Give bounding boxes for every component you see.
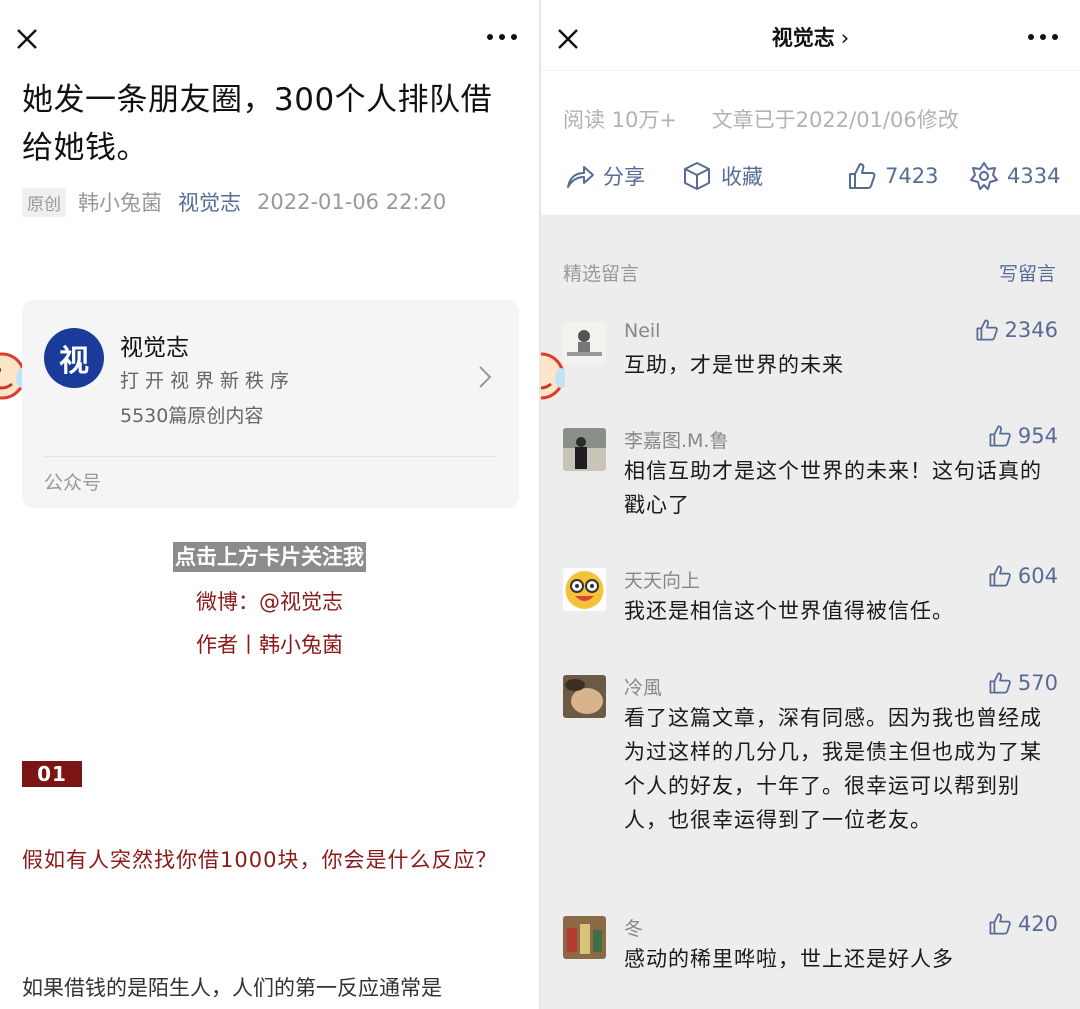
article-meta: 原创 韩小兔菌 视觉志 2022-01-06 22:20: [22, 186, 446, 218]
stats-header: 视觉志 › 阅读 10万+ 文章已于2022/01/06修改 分享 收藏 742…: [541, 0, 1080, 215]
comment-text: 互助，才是世界的未来: [624, 353, 844, 377]
comment-like-count: 570: [1017, 671, 1058, 695]
like-count: 7423: [885, 164, 939, 188]
favorite-button[interactable]: 收藏: [681, 158, 763, 194]
commenter-name[interactable]: 天天向上: [624, 566, 700, 593]
account-card[interactable]: 视 视觉志 打开视界新秩序 5530篇原创内容 公众号: [22, 300, 519, 508]
wow-button[interactable]: 4334: [969, 158, 1060, 194]
account-name: 视觉志: [120, 335, 189, 361]
author-name: 韩小兔菌: [78, 191, 162, 215]
read-count: 阅读 10万+: [563, 108, 677, 132]
favorite-icon: [684, 162, 710, 190]
comment-like-button[interactable]: 2346: [975, 318, 1058, 342]
original-tag: 原创: [22, 187, 66, 217]
chevron-right-icon: [479, 366, 492, 388]
selected-comments-heading: 精选留言: [563, 263, 640, 285]
modified-note: 文章已于2022/01/06修改: [711, 108, 959, 132]
article-stats: 阅读 10万+ 文章已于2022/01/06修改: [563, 104, 959, 134]
share-icon: [567, 166, 594, 188]
comment-text: 看了这篇文章，深有同感。因为我也曾经成为过这样的几分几，我是债主但也成为了某个人…: [624, 706, 1042, 832]
account-title[interactable]: 视觉志 ›: [541, 22, 1080, 52]
commenter-name[interactable]: 李嘉图.M.鲁: [624, 426, 728, 453]
commenter-name[interactable]: 冷風: [624, 673, 662, 700]
question-paragraph: 假如有人突然找你借1000块，你会是什么反应？: [22, 848, 498, 872]
article-topbar: [0, 0, 539, 72]
wow-icon: [970, 162, 998, 190]
follow-hint-text: 点击上方卡片关注我: [173, 542, 366, 572]
commenter-name[interactable]: Neil: [624, 320, 660, 342]
comment-like-button[interactable]: 570: [988, 671, 1058, 695]
cartoon-sticker-icon: [541, 352, 565, 400]
avatar[interactable]: [563, 916, 606, 959]
account-avatar: 视: [44, 328, 104, 388]
thumb-up-icon: [989, 913, 1011, 935]
more-icon[interactable]: [1026, 30, 1060, 44]
account-article-count: 5530篇原创内容: [120, 405, 264, 427]
weibo-line: 微博：@视觉志: [196, 590, 343, 614]
card-divider: [44, 456, 497, 457]
comment-text: 相信互助才是这个世界的未来！这句话真的戳心了: [624, 459, 1042, 517]
like-button[interactable]: 7423: [847, 158, 938, 194]
thumb-up-icon: [989, 672, 1011, 694]
thumb-up-icon: [989, 565, 1011, 587]
avatar[interactable]: [563, 675, 606, 718]
comments-panel: 视觉志 › 阅读 10万+ 文章已于2022/01/06修改 分享 收藏 742…: [541, 0, 1080, 1009]
comment-like-button[interactable]: 604: [988, 564, 1058, 588]
author-line: 作者丨韩小兔菌: [196, 633, 343, 657]
comment-like-count: 604: [1017, 564, 1058, 588]
avatar[interactable]: [563, 428, 606, 471]
comment-text: 我还是相信这个世界值得被信任。: [624, 599, 954, 623]
commenter-name[interactable]: 冬: [624, 914, 643, 941]
comment-text: 感动的稀里哗啦，世上还是好人多: [624, 947, 954, 971]
comment-like-count: 2346: [1004, 318, 1058, 342]
thumb-up-icon: [989, 425, 1011, 447]
header-divider: [541, 70, 1080, 71]
body-paragraph: 如果借钱的是陌生人，人们的第一反应通常是: [22, 976, 442, 1000]
close-icon[interactable]: [14, 26, 40, 52]
account-slogan: 打开视界新秩序: [120, 370, 296, 392]
wow-count: 4334: [1007, 164, 1061, 188]
comment-like-count: 954: [1017, 424, 1058, 448]
comment-like-button[interactable]: 420: [988, 912, 1058, 936]
chevron-right-icon: ›: [840, 26, 850, 50]
avatar[interactable]: [563, 322, 606, 365]
avatar[interactable]: [563, 568, 606, 611]
more-icon[interactable]: [485, 30, 519, 44]
account-link[interactable]: 视觉志: [178, 187, 241, 217]
thumb-up-icon: [849, 163, 876, 189]
share-label: 分享: [603, 165, 645, 189]
account-type-label: 公众号: [44, 472, 102, 494]
write-comment-button[interactable]: 写留言: [999, 259, 1056, 286]
thumb-up-icon: [976, 319, 998, 341]
share-button[interactable]: 分享: [565, 158, 645, 194]
comment-like-button[interactable]: 954: [988, 424, 1058, 448]
follow-hint: 点击上方卡片关注我: [0, 542, 539, 572]
account-title-text: 视觉志: [771, 26, 835, 50]
article-panel: 她发一条朋友圈，300个人排队借给她钱。 原创 韩小兔菌 视觉志 2022-01…: [0, 0, 539, 1009]
section-number: 01: [22, 761, 82, 787]
publish-datetime: 2022-01-06 22:20: [257, 190, 447, 214]
comment-like-count: 420: [1017, 912, 1058, 936]
article-title: 她发一条朋友圈，300个人排队借给她钱。: [22, 82, 493, 166]
favorite-label: 收藏: [721, 165, 763, 189]
